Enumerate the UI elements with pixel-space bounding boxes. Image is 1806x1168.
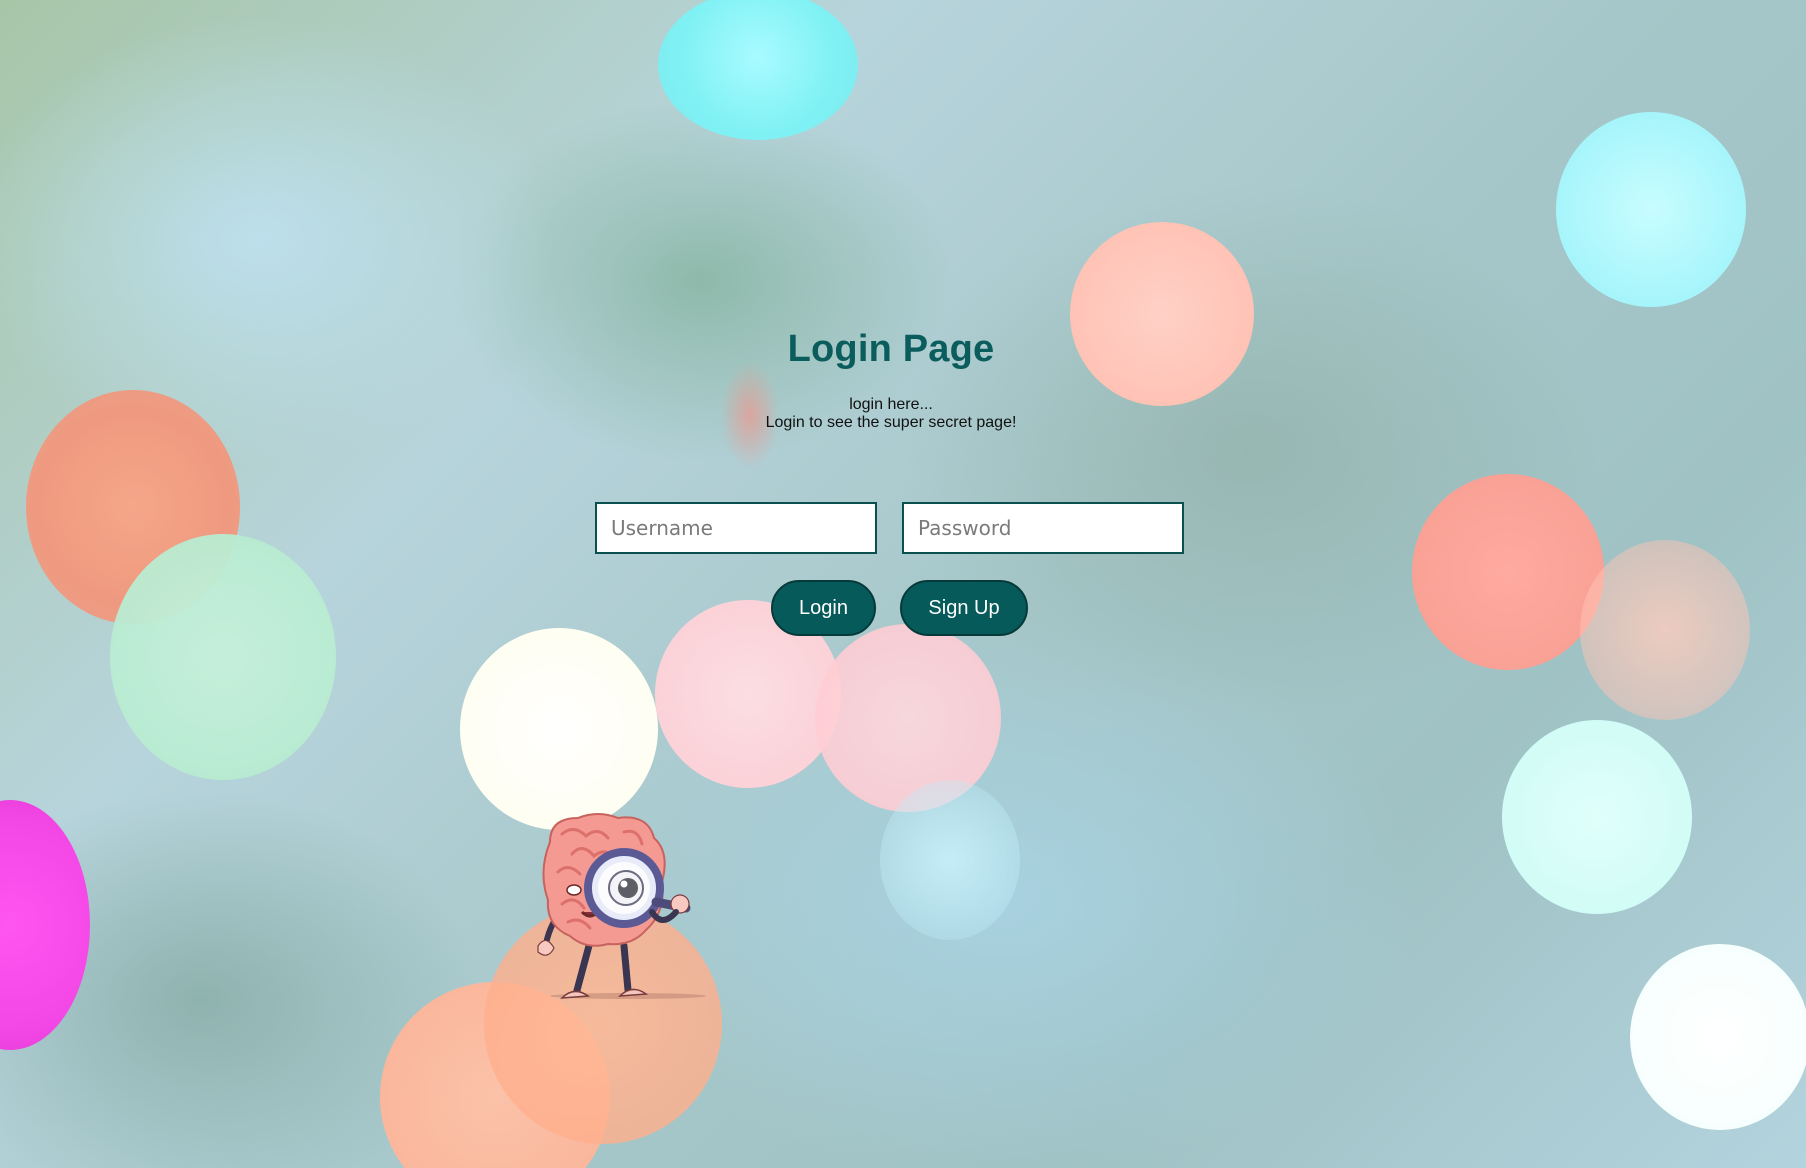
page-subtitle: login here... bbox=[849, 396, 933, 413]
brain-with-magnifier-icon bbox=[537, 813, 706, 999]
username-input[interactable] bbox=[595, 502, 877, 554]
login-button[interactable]: Login bbox=[771, 580, 876, 636]
page-description: Login to see the super secret page! bbox=[765, 414, 1017, 431]
signup-button[interactable]: Sign Up bbox=[900, 580, 1028, 636]
password-input[interactable] bbox=[902, 502, 1184, 554]
login-container: Login Page login here... Login to see th… bbox=[0, 0, 1806, 1168]
page-title: Login Page bbox=[787, 328, 995, 370]
